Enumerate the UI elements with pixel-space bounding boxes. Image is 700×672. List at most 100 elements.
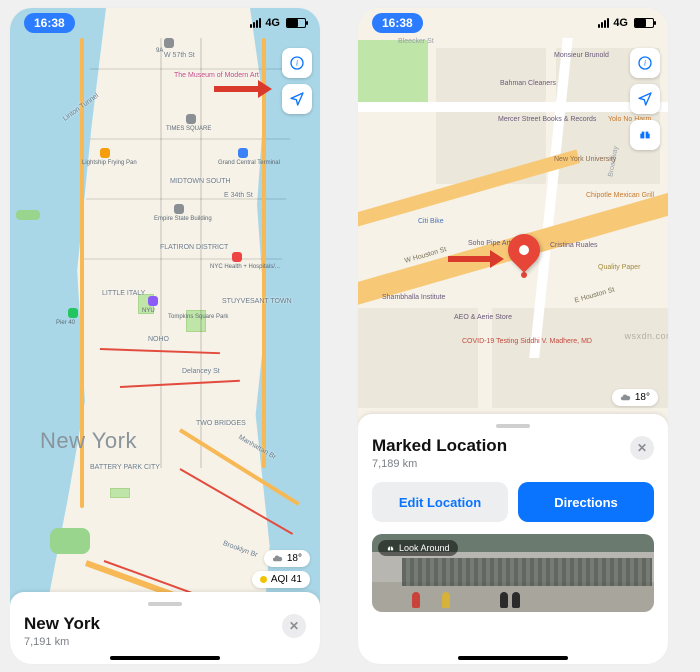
aqi-dot-icon xyxy=(260,576,267,583)
bottom-sheet[interactable]: Marked Location 7,189 km ✕ Edit Location… xyxy=(358,414,668,664)
fdr-drive xyxy=(262,38,266,468)
poi-nyc-health[interactable] xyxy=(232,252,242,262)
sheet-title: New York xyxy=(24,614,100,634)
label-cristina[interactable]: Cristina Ruales xyxy=(550,242,597,249)
sheet-grabber[interactable] xyxy=(496,424,530,428)
cloud-icon xyxy=(620,392,631,403)
close-icon: ✕ xyxy=(289,619,299,633)
battery-icon xyxy=(634,18,654,28)
carrier-label: 4G xyxy=(613,17,628,29)
info-button[interactable]: i xyxy=(282,48,312,78)
block xyxy=(436,48,546,102)
road xyxy=(82,258,282,260)
poi-pier40[interactable] xyxy=(68,308,78,318)
aqi-text: AQI 41 xyxy=(271,574,302,585)
label-delancey: Delancey St xyxy=(182,368,220,375)
label-times-sq: TIMES SQUARE xyxy=(166,126,211,132)
label-bleecker: Bleecker St xyxy=(398,38,434,45)
bottom-sheet[interactable]: New York 7,191 km ✕ xyxy=(10,592,320,664)
home-indicator[interactable] xyxy=(458,656,568,660)
directions-button[interactable]: Directions xyxy=(518,482,654,522)
poi[interactable] xyxy=(164,38,174,48)
label-pier40: Pier 40 xyxy=(56,320,75,326)
btn-label: Edit Location xyxy=(399,495,481,510)
poi-nyu[interactable] xyxy=(148,296,158,306)
binoculars-button[interactable] xyxy=(630,120,660,150)
label-mercer[interactable]: Mercer Street Books & Records xyxy=(498,116,568,123)
poi-frying-pan[interactable] xyxy=(100,148,110,158)
park xyxy=(358,40,428,108)
label-chipotle[interactable]: Chipotle Mexican Grill xyxy=(586,192,646,199)
label-nyu: NYU xyxy=(142,308,155,314)
label-fryingpan: Lightship Frying Pan xyxy=(82,160,137,166)
status-right: 4G xyxy=(250,17,306,29)
label-two-bridges: TWO BRIDGES xyxy=(196,420,246,427)
home-indicator[interactable] xyxy=(110,656,220,660)
label-city: New York xyxy=(40,428,137,454)
label-brooklyn-br: Brooklyn Br xyxy=(222,540,258,559)
battery-green xyxy=(110,488,130,498)
label-little-italy: LITTLE ITALY xyxy=(102,290,145,297)
dropped-pin[interactable] xyxy=(508,234,540,278)
watermark: wsxdn.com xyxy=(624,331,668,341)
info-button[interactable]: i xyxy=(630,48,660,78)
label-e34: E 34th St xyxy=(224,192,253,199)
label-covid[interactable]: COVID-19 Testing Siddhi V. Madhere, MD xyxy=(462,338,582,345)
pin-icon xyxy=(501,227,546,272)
label-citibike[interactable]: Citi Bike xyxy=(418,218,444,225)
sheet-distance: 7,191 km xyxy=(24,636,100,648)
info-icon: i xyxy=(637,55,653,71)
look-around-chip: Look Around xyxy=(378,540,458,556)
close-button[interactable]: ✕ xyxy=(630,436,654,460)
cloud-icon xyxy=(272,553,283,564)
status-bar: 16:38 4G xyxy=(10,8,320,38)
carrier-label: 4G xyxy=(265,17,280,29)
label-aeo[interactable]: AEO & Aerie Store xyxy=(454,314,514,321)
binoculars-icon xyxy=(386,544,395,553)
label-esb: Empire State Building xyxy=(154,216,212,222)
traffic-line xyxy=(120,380,240,388)
block xyxy=(358,308,478,408)
locate-button[interactable] xyxy=(630,84,660,114)
locate-button[interactable] xyxy=(282,84,312,114)
label-moma: The Museum of Modern Art xyxy=(174,72,259,79)
info-icon: i xyxy=(289,55,305,71)
road xyxy=(90,68,290,70)
poi-grand-central[interactable] xyxy=(238,148,248,158)
governors-island xyxy=(50,528,90,554)
poi-esb[interactable] xyxy=(174,204,184,214)
aqi-pill[interactable]: AQI 41 xyxy=(252,571,310,588)
poi-times-sq[interactable] xyxy=(186,114,196,124)
status-time: 16:38 xyxy=(24,13,75,33)
sheet-grabber[interactable] xyxy=(148,602,182,606)
edit-location-button[interactable]: Edit Location xyxy=(372,482,508,522)
map-canvas[interactable]: W 57th St The Museum of Modern Art 9A Li… xyxy=(10,8,320,664)
road xyxy=(90,138,290,140)
signal-icon xyxy=(598,18,609,28)
label-houston-e: E Houston St xyxy=(574,286,616,304)
label-nyu2[interactable]: New York University xyxy=(554,156,614,163)
svg-text:i: i xyxy=(644,59,646,68)
look-around-preview[interactable]: Look Around xyxy=(372,534,654,612)
location-arrow-icon xyxy=(637,91,653,107)
sheet-distance: 7,189 km xyxy=(372,458,507,470)
weather-temp: 18° xyxy=(635,392,650,403)
label-gct: Grand Central Terminal xyxy=(218,160,280,166)
btn-label: Directions xyxy=(554,495,618,510)
label-w57: W 57th St xyxy=(164,52,195,59)
binoculars-icon xyxy=(637,127,653,143)
close-button[interactable]: ✕ xyxy=(282,614,306,638)
label-bbclean[interactable]: Bahman Cleaners xyxy=(500,80,556,87)
label-quality[interactable]: Quality Paper xyxy=(598,264,648,271)
map-controls: i xyxy=(282,48,312,114)
label-nychealth: NYC Health + Hospitals/... xyxy=(210,264,270,270)
battery-icon xyxy=(286,18,306,28)
status-right: 4G xyxy=(598,17,654,29)
look-around-label: Look Around xyxy=(399,543,450,553)
weather-pill[interactable]: 18° xyxy=(264,550,310,567)
road xyxy=(160,38,162,468)
svg-text:i: i xyxy=(296,59,298,68)
label-brunold[interactable]: Monsieur Brunold xyxy=(554,52,609,59)
label-shambhalla[interactable]: Shambhalla Institute xyxy=(382,294,438,301)
weather-pill[interactable]: 18° xyxy=(612,389,658,406)
